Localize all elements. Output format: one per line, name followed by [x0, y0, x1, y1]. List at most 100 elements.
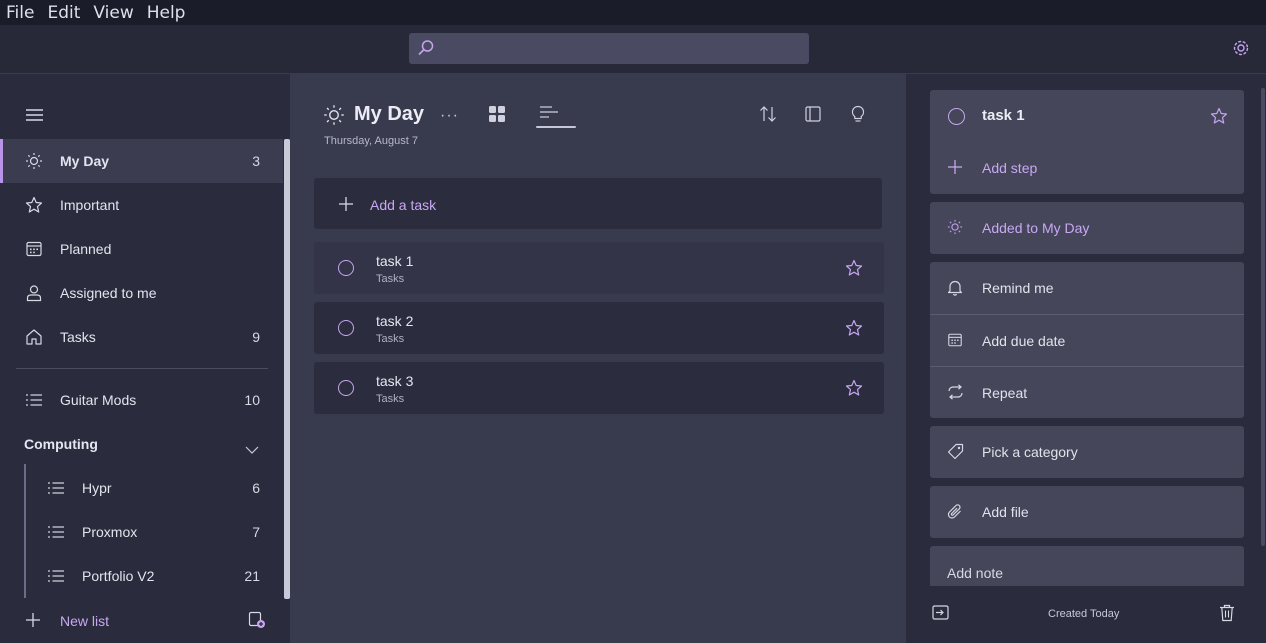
trash-icon[interactable] — [1219, 604, 1235, 625]
pick-category-label: Pick a category — [982, 444, 1078, 460]
list-view-icon[interactable] — [540, 105, 558, 122]
sidebar-divider — [16, 368, 268, 369]
sidebar-item-label: Hypr — [82, 480, 112, 496]
sidebar-toggle-icon[interactable] — [805, 106, 821, 125]
created-timestamp: Created Today — [1048, 608, 1120, 620]
task-list-name: Tasks — [376, 393, 405, 405]
new-list-label: New list — [60, 613, 110, 629]
complete-checkbox[interactable] — [338, 380, 354, 396]
menu-file[interactable]: File — [6, 3, 34, 23]
new-group-icon[interactable] — [248, 611, 266, 632]
sidebar-item-my-day[interactable]: My Day 3 — [0, 139, 283, 183]
hamburger-menu-icon[interactable] — [26, 108, 43, 125]
add-task-label: Add a task — [370, 197, 437, 213]
group-header-computing[interactable]: Computing — [24, 436, 98, 452]
task-name: task 3 — [376, 373, 414, 389]
add-due-date-button[interactable]: Add due date — [930, 314, 1244, 366]
sidebar-item-tasks[interactable]: Tasks 9 — [0, 315, 283, 359]
add-step-label: Add step — [982, 160, 1038, 176]
task-row[interactable]: task 1 Tasks — [314, 242, 884, 294]
sidebar-item-guitar-mods[interactable]: Guitar Mods 10 — [0, 378, 283, 422]
add-file-button[interactable]: Add file — [930, 486, 1244, 538]
sidebar-item-count: 3 — [252, 153, 260, 169]
sidebar-item-count: 7 — [252, 524, 260, 540]
sidebar-item-proxmox[interactable]: Proxmox 7 — [0, 510, 283, 554]
list-icon — [47, 479, 65, 497]
repeat-label: Repeat — [982, 385, 1028, 401]
task-title-card: task 1 Add step — [930, 90, 1244, 194]
hide-detail-icon[interactable] — [932, 605, 949, 623]
repeat-button[interactable]: Repeat — [930, 366, 1244, 418]
sidebar-item-count: 9 — [252, 329, 260, 345]
my-day-card[interactable]: Added to My Day — [930, 202, 1244, 254]
sidebar-item-portfolio-v2[interactable]: Portfolio V2 21 — [0, 554, 283, 598]
lightbulb-icon[interactable] — [850, 105, 866, 126]
new-list-button[interactable]: New list — [0, 599, 283, 643]
tag-icon — [947, 443, 964, 463]
star-icon[interactable] — [845, 379, 863, 400]
reminder-card: Remind me Add due date Repeat — [930, 262, 1244, 418]
plus-icon — [25, 612, 41, 631]
star-icon[interactable] — [845, 319, 863, 340]
sidebar-item-count: 21 — [244, 568, 260, 584]
detail-scrollbar[interactable] — [1261, 88, 1265, 546]
sidebar-item-label: Planned — [60, 241, 112, 257]
sidebar-item-count: 10 — [244, 392, 260, 408]
add-note-placeholder: Add note — [947, 565, 1004, 581]
add-task-input[interactable]: Add a task — [314, 178, 882, 229]
star-icon[interactable] — [845, 259, 863, 280]
remind-me-button[interactable]: Remind me — [930, 262, 1244, 314]
gear-icon[interactable] — [1232, 39, 1250, 60]
complete-checkbox[interactable] — [338, 260, 354, 276]
plus-icon — [947, 159, 963, 178]
sidebar-item-important[interactable]: Important — [0, 183, 283, 227]
grid-view-icon[interactable] — [488, 105, 506, 126]
task-detail-panel: task 1 Add step Added to My Day Remind m… — [906, 74, 1266, 643]
sidebar-item-hypr[interactable]: Hypr 6 — [0, 466, 283, 510]
plus-icon — [338, 196, 354, 215]
sidebar-item-label: Guitar Mods — [60, 392, 137, 408]
sidebar-item-planned[interactable]: Planned — [0, 227, 283, 271]
paperclip-icon — [947, 503, 963, 523]
search-input[interactable] — [409, 33, 809, 64]
task-detail-title[interactable]: task 1 — [982, 107, 1025, 124]
pick-category-button[interactable]: Pick a category — [930, 426, 1244, 478]
file-card[interactable]: Add file — [930, 486, 1244, 538]
sidebar-item-label: Assigned to me — [60, 285, 157, 301]
complete-checkbox[interactable] — [338, 320, 354, 336]
task-row[interactable]: task 2 Tasks — [314, 302, 884, 354]
bell-icon — [947, 279, 963, 299]
task-list-name: Tasks — [376, 273, 405, 285]
menu-help[interactable]: Help — [147, 3, 186, 23]
sort-icon[interactable] — [759, 105, 777, 126]
list-icon — [47, 567, 65, 585]
task-name: task 1 — [376, 253, 414, 269]
add-step-button[interactable]: Add step — [930, 142, 1244, 194]
home-icon — [25, 328, 43, 346]
top-bar — [0, 25, 1266, 74]
menu-view[interactable]: View — [93, 3, 133, 23]
star-icon — [25, 196, 43, 214]
more-options-button[interactable]: ··· — [440, 107, 459, 125]
chevron-down-icon[interactable] — [245, 441, 259, 457]
repeat-icon — [947, 384, 964, 403]
sidebar-item-assigned[interactable]: Assigned to me — [0, 271, 283, 315]
task-row[interactable]: task 3 Tasks — [314, 362, 884, 414]
added-to-my-day-button[interactable]: Added to My Day — [930, 202, 1244, 254]
star-icon[interactable] — [1210, 107, 1228, 128]
list-view-underline — [536, 126, 576, 128]
person-icon — [25, 284, 43, 302]
calendar-icon — [25, 240, 43, 258]
sidebar-item-label: My Day — [60, 153, 110, 169]
list-icon — [25, 391, 43, 409]
sun-icon — [25, 152, 43, 170]
remind-me-label: Remind me — [982, 280, 1054, 296]
note-field[interactable]: Add note — [930, 546, 1244, 586]
list-icon — [47, 523, 65, 541]
menu-edit[interactable]: Edit — [47, 3, 80, 23]
sun-icon — [947, 219, 963, 238]
add-file-label: Add file — [982, 504, 1029, 520]
added-to-my-day-label: Added to My Day — [982, 220, 1090, 236]
complete-checkbox[interactable] — [948, 108, 965, 125]
category-card[interactable]: Pick a category — [930, 426, 1244, 478]
